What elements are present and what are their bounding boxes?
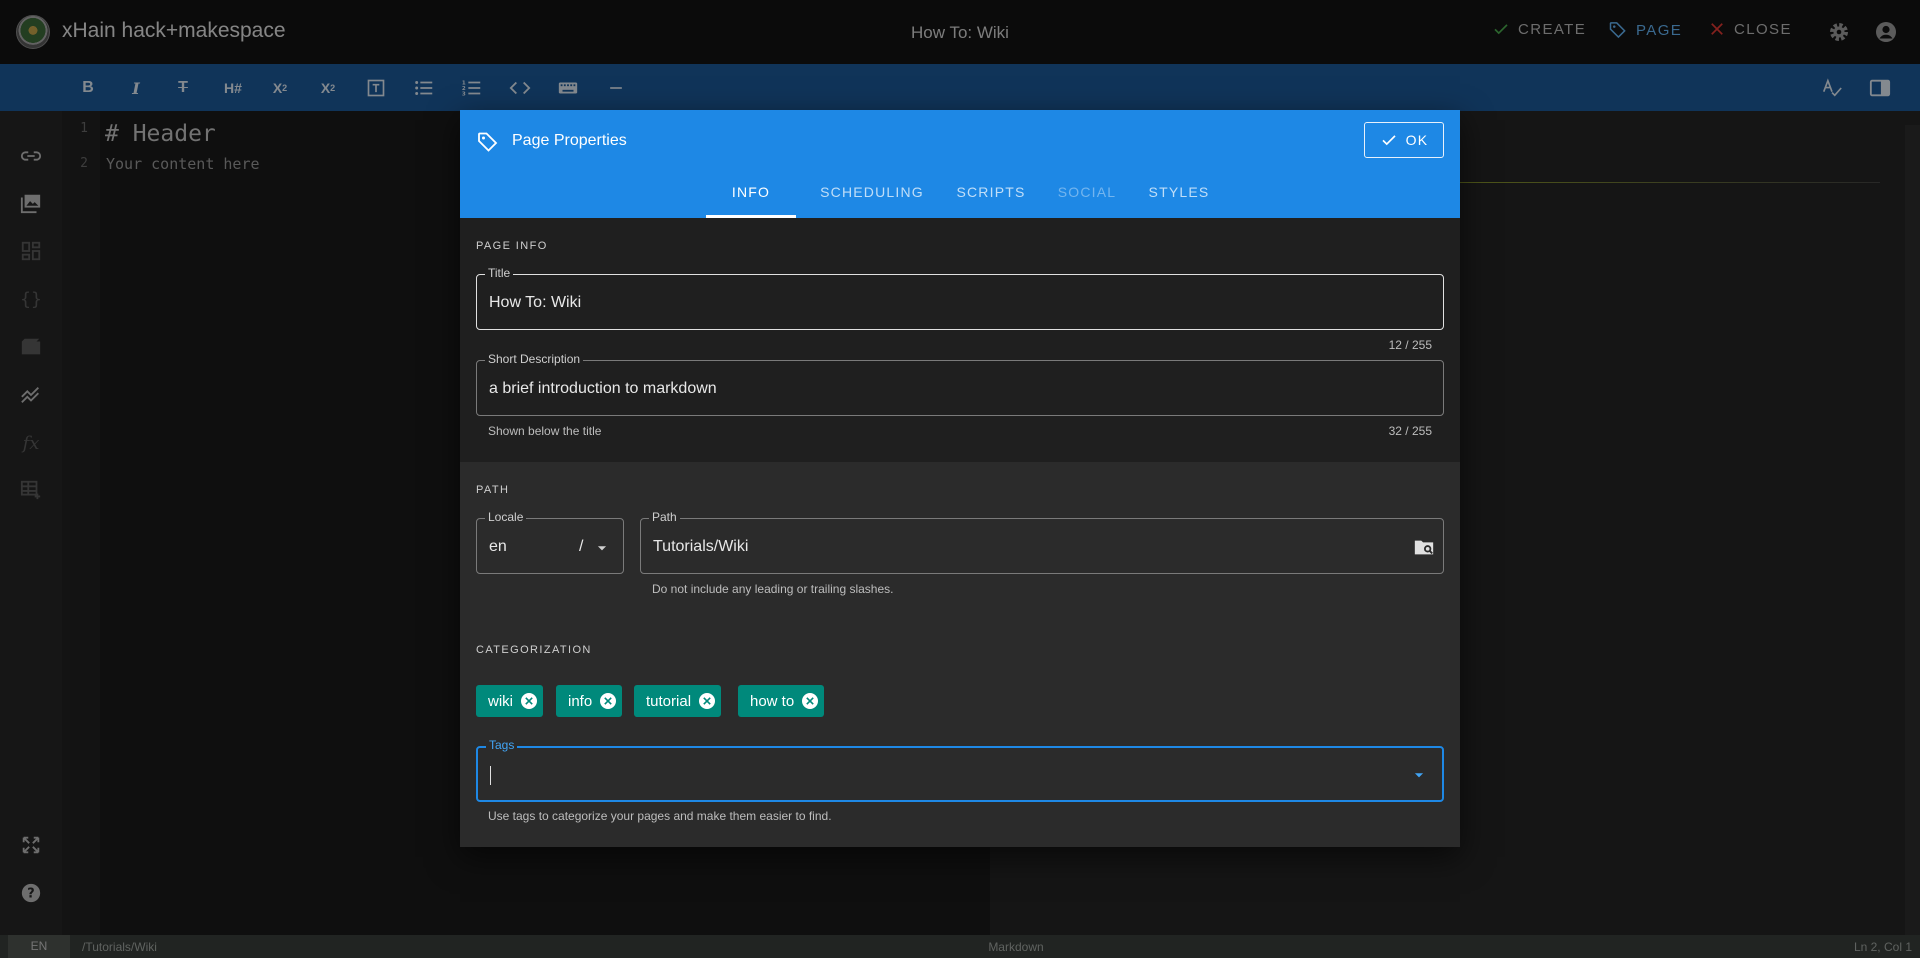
tab-scheduling[interactable]: SCHEDULING (810, 184, 934, 200)
path-hint: Do not include any leading or trailing s… (652, 582, 894, 596)
ok-label: OK (1405, 132, 1429, 148)
section-label-path: PATH (476, 484, 510, 496)
locale-label: Locale (485, 510, 527, 524)
chip-close-icon[interactable] (802, 693, 819, 709)
tab-scripts[interactable]: SCRIPTS (946, 184, 1036, 200)
short-description-counter: 32 / 255 (1388, 424, 1432, 438)
tab-info[interactable]: INFO (706, 184, 796, 200)
title-field[interactable]: Title How To: Wiki (476, 266, 1444, 330)
tag-chip-label: tutorial (646, 692, 692, 710)
chip-close-icon[interactable] (521, 693, 537, 709)
chevron-down-icon[interactable] (595, 541, 609, 555)
section-label-page-info: PAGE INFO (476, 240, 548, 252)
short-description-value[interactable]: a brief introduction to markdown (489, 380, 717, 398)
dialog-title: Page Properties (512, 132, 627, 149)
path-label: Path (649, 510, 680, 524)
locale-value: en (489, 538, 507, 555)
short-description-field[interactable]: Short Description a brief introduction t… (476, 352, 1444, 416)
chip-close-icon[interactable] (600, 693, 617, 709)
ok-button[interactable]: OK (1364, 122, 1444, 158)
check-icon (1382, 135, 1396, 146)
tab-social[interactable]: SOCIAL (1042, 184, 1132, 200)
chevron-down-icon[interactable] (1412, 768, 1426, 782)
path-value[interactable]: Tutorials/Wiki (653, 538, 748, 556)
tag-chip-label: how to (750, 692, 795, 710)
title-field-label: Title (485, 266, 514, 280)
tag-chip[interactable]: tutorial (634, 685, 722, 717)
tags-input[interactable]: Tags (476, 738, 1444, 802)
locale-select[interactable]: Locale en / (476, 510, 624, 574)
tag-icon (476, 130, 500, 154)
tag-chip-label: wiki (488, 692, 513, 710)
dialog-header: Page Properties OK INFO SCHEDULING SCRIP… (460, 110, 1460, 218)
page-properties-dialog: Page Properties OK INFO SCHEDULING SCRIP… (460, 110, 1460, 847)
tab-styles[interactable]: STYLES (1134, 184, 1224, 200)
short-description-hint: Shown below the title (488, 424, 602, 438)
active-tab-indicator (706, 215, 796, 218)
text-cursor (490, 766, 491, 785)
path-field[interactable]: Path Tutorials/Wiki (640, 510, 1444, 574)
title-field-value[interactable]: How To: Wiki (489, 294, 581, 312)
chip-close-icon[interactable] (699, 693, 716, 709)
folder-search-icon[interactable] (1413, 536, 1435, 558)
tag-chip[interactable]: how to (738, 685, 825, 717)
title-counter: 12 / 255 (1388, 338, 1432, 352)
section-label-categorization: CATEGORIZATION (476, 644, 592, 656)
tag-chip-label: info (568, 692, 593, 710)
tags-hint: Use tags to categorize your pages and ma… (488, 809, 832, 823)
tags-label: Tags (486, 738, 518, 752)
tag-chip[interactable]: info (556, 685, 623, 717)
tag-chip[interactable]: wiki (476, 685, 543, 717)
short-description-label: Short Description (485, 352, 584, 366)
path-section: PATH Locale en / Path Tutorials/Wiki Do … (460, 462, 1460, 622)
path-separator: / (579, 538, 584, 555)
